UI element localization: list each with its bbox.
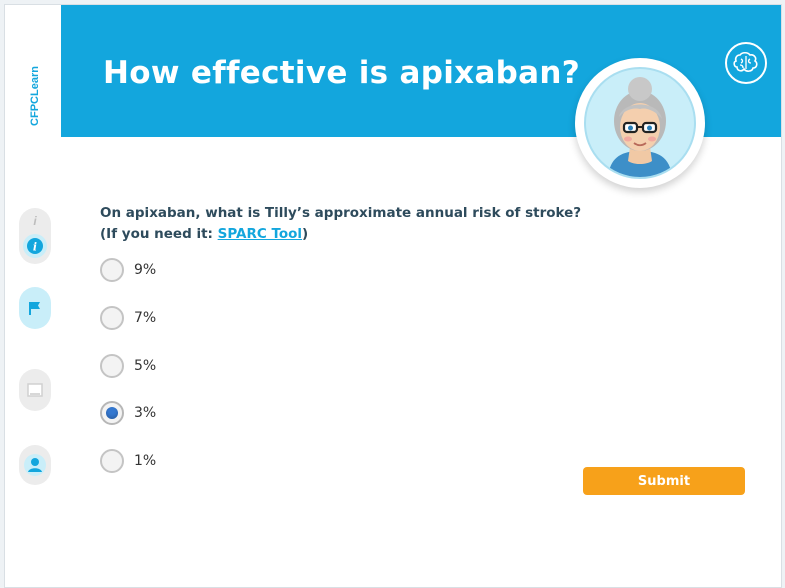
- profile-icon: [24, 454, 46, 476]
- sparc-tool-link[interactable]: SPARC Tool: [218, 226, 302, 242]
- info-icon: i: [23, 234, 47, 258]
- option-1-percent[interactable]: 1%: [100, 446, 156, 476]
- option-label: 3%: [134, 405, 157, 421]
- radio-button[interactable]: [100, 354, 124, 378]
- submit-button[interactable]: Submit: [583, 467, 745, 495]
- hint-suffix: ): [302, 226, 309, 242]
- notes-button[interactable]: [19, 369, 51, 411]
- flag-icon: [29, 302, 40, 315]
- option-3-percent[interactable]: 3%: [100, 398, 156, 428]
- option-label: 1%: [134, 453, 157, 469]
- info-button[interactable]: i i: [19, 208, 51, 264]
- option-5-percent[interactable]: 5%: [100, 351, 156, 381]
- radio-selected-dot: [106, 407, 118, 419]
- radio-button[interactable]: [100, 449, 124, 473]
- flag-button[interactable]: [19, 287, 51, 329]
- profile-button[interactable]: [19, 445, 51, 485]
- radio-button[interactable]: [100, 258, 124, 282]
- option-9-percent[interactable]: 9%: [100, 255, 156, 285]
- question-prompt: On apixaban, what is Tilly’s approximate…: [100, 205, 582, 221]
- brain-icon[interactable]: [725, 42, 767, 84]
- hint-prefix: (If you need it:: [100, 226, 218, 242]
- info-hint-icon: i: [33, 214, 37, 228]
- svg-text:i: i: [33, 241, 37, 254]
- brand-name: CFPCLearn: [29, 66, 41, 126]
- character-avatar: [575, 58, 705, 188]
- radio-button-selected[interactable]: [100, 401, 124, 425]
- notes-icon: [27, 383, 43, 397]
- option-label: 5%: [134, 358, 157, 374]
- option-label: 7%: [134, 310, 157, 326]
- question-hint: (If you need it: SPARC Tool): [100, 224, 581, 245]
- question-text: On apixaban, what is Tilly’s approximate…: [100, 203, 581, 245]
- radio-button[interactable]: [100, 306, 124, 330]
- page-title: How effective is apixaban?: [103, 55, 581, 91]
- tilly-portrait: [584, 67, 696, 179]
- option-label: 9%: [134, 262, 157, 278]
- brand-logo: CFPCLearn: [15, 60, 55, 140]
- slide-frame: CFPCLearn How effective is apixaban? i i…: [4, 4, 782, 588]
- option-7-percent[interactable]: 7%: [100, 303, 156, 333]
